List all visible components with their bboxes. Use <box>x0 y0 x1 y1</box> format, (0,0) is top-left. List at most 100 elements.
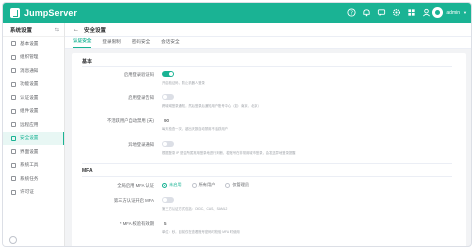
sidebar-title: 系统设置 <box>10 27 33 34</box>
sidebar-item[interactable]: 消息通知 <box>3 64 64 78</box>
captcha-toggle[interactable] <box>162 71 174 77</box>
page-header: ← 安全设置 <box>65 23 471 37</box>
global-mfa-label: 全局启用 MFA 认证 <box>117 183 154 188</box>
sidebar-item[interactable]: 功能设置 <box>3 78 64 92</box>
sidebar-item[interactable]: 基本设置 <box>3 37 64 51</box>
sidebar-item-label: 认证设置 <box>20 94 39 100</box>
menu-item-icon <box>11 149 16 155</box>
sidebar-item[interactable]: 认证设置 <box>3 91 64 105</box>
mfa-radio-option[interactable]: 仅管理员 <box>225 182 249 188</box>
inactive-days-input[interactable]: 90 <box>164 118 169 123</box>
sidebar-item-label: 消息通知 <box>20 67 39 73</box>
section-divider <box>82 176 452 177</box>
menu-item-icon <box>11 122 16 128</box>
sidebar-item-label: 基本设置 <box>20 40 39 46</box>
third-party-mfa-toggle[interactable] <box>162 197 174 203</box>
remote-login-hint: 根据登录 IP 是否所属常用登录地进行判断，若账号在非常用城市登录，会发送异地登… <box>162 151 296 155</box>
captcha-hint: 开启验证码，防止机器人登录 <box>162 81 205 85</box>
sidebar-item[interactable]: 组织管理 <box>3 51 64 65</box>
mfa-radio-option[interactable]: 未启用 <box>162 182 182 188</box>
inactive-days-hint: 每天检查一次，超出天数自动禁用不活跃用户 <box>162 127 228 131</box>
collapse-icon[interactable]: ⇆ <box>55 27 59 33</box>
section-divider <box>82 66 452 67</box>
radio-circle-icon <box>162 182 167 188</box>
sidebar-item-label: 系统工具 <box>20 162 39 168</box>
sidebar-item[interactable]: 安全设置 <box>3 131 64 145</box>
header-icons: ? <box>347 8 431 17</box>
mfa-ttl-hint: 单位：秒，目前仅在查看账号密码时校验 MFA 时使用 <box>162 230 240 234</box>
avatar <box>432 7 444 18</box>
username: admin <box>446 9 461 16</box>
help-icon[interactable]: ? <box>347 8 356 17</box>
login-notice-hint: 跨城域登录通知，然后登录后通知用户账号中心（如：南京、北京） <box>162 104 261 108</box>
third-party-mfa-hint: 第三方认证方式包括：OIDC、CAS、SAML2 <box>162 207 228 211</box>
radio-label: 仅管理员 <box>232 182 250 187</box>
tab[interactable]: 会话安全 <box>161 39 179 48</box>
global-mfa-radio-group: 未启用 所有用户 仅管理员 <box>162 182 249 188</box>
user-menu[interactable]: admin ▼ <box>432 7 467 18</box>
sidebar-item[interactable]: 系统任务 <box>3 172 64 186</box>
menu-item-icon <box>11 68 16 74</box>
remote-login-toggle[interactable] <box>162 141 174 147</box>
mfa-ttl-input[interactable]: 5 <box>164 221 167 226</box>
sidebar-item-label: 组织管理 <box>20 54 39 60</box>
notification-icon[interactable] <box>362 8 371 17</box>
radio-label: 所有用户 <box>198 182 216 187</box>
sidebar-header: 系统设置 ⇆ <box>3 23 64 37</box>
remote-login-label: 异地登录通知 <box>128 142 154 147</box>
logo[interactable]: JumpServer <box>10 8 77 18</box>
login-notice-toggle[interactable] <box>162 94 174 100</box>
mfa-ttl-label: * MFA 校验有效期 <box>119 221 154 226</box>
sidebar-item[interactable]: 界面设置 <box>3 145 64 159</box>
radio-circle-icon <box>191 182 197 188</box>
sidebar-item[interactable]: 组件设置 <box>3 105 64 119</box>
sidebar-item-label: 功能设置 <box>20 81 39 87</box>
top-header: JumpServer ? admin ▼ <box>3 3 471 23</box>
jumpserver-logo-icon <box>10 8 20 18</box>
settings-icon[interactable] <box>392 8 401 17</box>
main-content: ← 安全设置 认证安全 登录限制 密码安全 会话安全 基本 启用登录验证码 开启验证码… <box>65 23 471 246</box>
tab[interactable]: 认证安全 <box>73 38 92 48</box>
menu-item-icon <box>11 162 16 168</box>
sidebar-item-label: 安全设置 <box>20 135 39 141</box>
settings-form: 基本 启用登录验证码 开启验证码，防止机器人登录 启用登录告知 跨城域登录通知，… <box>72 53 466 246</box>
section-title-mfa: MFA <box>82 168 93 174</box>
menu-item-icon <box>11 108 16 114</box>
page-title: 安全设置 <box>84 27 107 34</box>
sidebar: 系统设置 ⇆ 基本设置组织管理消息通知功能设置认证设置组件设置远程应用安全设置界… <box>3 23 65 246</box>
tab[interactable]: 登录限制 <box>102 39 120 48</box>
section-title-basic: 基本 <box>82 59 93 65</box>
sidebar-item-label: 远程应用 <box>20 121 39 127</box>
tab[interactable]: 密码安全 <box>132 39 150 48</box>
third-party-mfa-label: 第三方认证开启 MFA <box>113 198 154 203</box>
svg-text:?: ? <box>350 10 353 16</box>
grid-icon[interactable] <box>407 8 416 17</box>
menu-item-icon <box>11 54 16 60</box>
message-icon[interactable] <box>377 8 386 17</box>
login-notice-label: 启用登录告知 <box>128 95 154 100</box>
menu-item-icon <box>11 81 16 87</box>
user-icon[interactable] <box>422 8 431 17</box>
collapse-toggle-icon[interactable] <box>9 236 17 244</box>
sidebar-item-label: 界面设置 <box>20 148 39 154</box>
sidebar-item-label: 系统任务 <box>20 175 39 181</box>
app-name: JumpServer <box>24 8 78 18</box>
menu-item-icon <box>11 95 16 101</box>
sidebar-item[interactable]: 系统工具 <box>3 159 64 173</box>
inactive-days-label: 不活跃用户自动禁用 (天) <box>106 118 154 123</box>
sidebar-menu: 基本设置组织管理消息通知功能设置认证设置组件设置远程应用安全设置界面设置系统工具… <box>3 37 64 199</box>
back-arrow-icon[interactable]: ← <box>73 27 79 33</box>
mfa-radio-option[interactable]: 所有用户 <box>191 182 216 188</box>
captcha-label: 启用登录验证码 <box>123 72 154 77</box>
menu-item-icon <box>11 135 16 141</box>
sidebar-item[interactable]: 远程应用 <box>3 118 64 132</box>
chevron-down-icon: ▼ <box>463 10 467 15</box>
sidebar-item[interactable]: 许可证 <box>3 186 64 200</box>
sidebar-item-label: 许可证 <box>20 189 34 195</box>
sidebar-item-label: 组件设置 <box>20 108 39 114</box>
menu-item-icon <box>11 41 16 47</box>
app-window: JumpServer ? admin ▼ 系统设置 ⇆ 基本设置组织管理消息通知… <box>2 2 472 247</box>
tab-bar: 认证安全 登录限制 密码安全 会话安全 <box>65 37 471 49</box>
menu-item-icon <box>11 189 16 195</box>
radio-circle-icon <box>225 182 231 188</box>
